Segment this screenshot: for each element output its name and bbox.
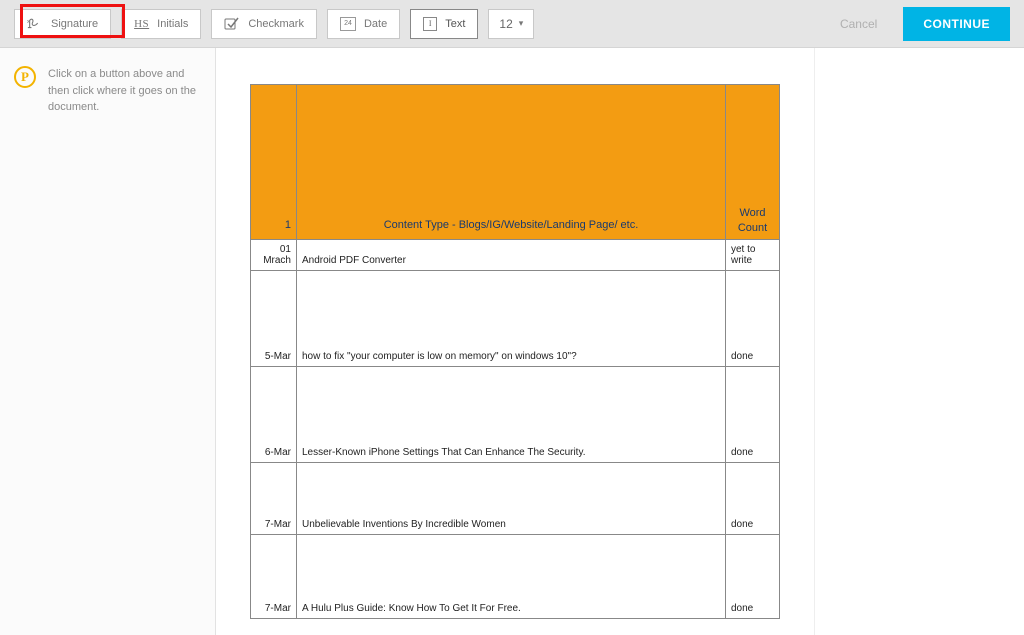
cell-content: A Hulu Plus Guide: Know How To Get It Fo… (297, 535, 726, 619)
content-table: 1 Content Type - Blogs/IG/Website/Landin… (250, 84, 780, 619)
continue-button[interactable]: CONTINUE (903, 7, 1010, 41)
chevron-down-icon: ▾ (519, 18, 524, 29)
svg-text:x: x (27, 19, 30, 25)
col-header-wordcount: Word Count (726, 85, 780, 240)
hint-badge-icon: P (14, 66, 36, 88)
calendar-icon: 24 (340, 17, 356, 31)
initials-label: Initials (157, 18, 188, 30)
table-row: 6-Mar Lesser-Known iPhone Settings That … (251, 367, 780, 463)
cancel-button[interactable]: Cancel (840, 17, 877, 31)
cell-date: 6-Mar (251, 367, 297, 463)
right-panel (814, 48, 1024, 635)
date-label: Date (364, 18, 387, 30)
cell-status: done (726, 367, 780, 463)
cell-status: yet to write (726, 240, 780, 271)
font-size-select[interactable]: 12 ▾ (488, 9, 534, 39)
text-label: Text (445, 18, 465, 30)
cell-content: Unbelievable Inventions By Incredible Wo… (297, 463, 726, 535)
cell-status: done (726, 535, 780, 619)
col-header-index: 1 (251, 85, 297, 240)
hint-text: Click on a button above and then click w… (48, 66, 201, 116)
content-area: P Click on a button above and then click… (0, 48, 1024, 635)
cell-content: Lesser-Known iPhone Settings That Can En… (297, 367, 726, 463)
cell-content: Android PDF Converter (297, 240, 726, 271)
cell-status: done (726, 271, 780, 367)
cell-date: 7-Mar (251, 463, 297, 535)
table-row: 7-Mar A Hulu Plus Guide: Know How To Get… (251, 535, 780, 619)
table-row: 7-Mar Unbelievable Inventions By Incredi… (251, 463, 780, 535)
toolbar: x Signature HS Initials Checkmark 24 Dat… (0, 0, 1024, 48)
font-size-value: 12 (499, 17, 512, 31)
checkmark-button[interactable]: Checkmark (211, 9, 317, 39)
table-row: 01 Mrach Android PDF Converter yet to wr… (251, 240, 780, 271)
document-viewport[interactable]: 1 Content Type - Blogs/IG/Website/Landin… (216, 48, 814, 635)
table-row: 5-Mar how to fix "your computer is low o… (251, 271, 780, 367)
cell-status: done (726, 463, 780, 535)
initials-button[interactable]: HS Initials (121, 9, 201, 39)
checkmark-label: Checkmark (248, 18, 304, 30)
hint-panel: P Click on a button above and then click… (14, 66, 201, 116)
cell-date: 5-Mar (251, 271, 297, 367)
cell-date: 7-Mar (251, 535, 297, 619)
table-body: 01 Mrach Android PDF Converter yet to wr… (251, 240, 780, 619)
text-button[interactable]: I Text (410, 9, 478, 39)
text-icon: I (423, 17, 437, 31)
initials-icon: HS (134, 18, 149, 30)
signature-label: Signature (51, 18, 98, 30)
signature-button[interactable]: x Signature (14, 9, 111, 39)
checkmark-icon (224, 16, 240, 32)
table-head: 1 Content Type - Blogs/IG/Website/Landin… (251, 85, 780, 240)
col-header-content: Content Type - Blogs/IG/Website/Landing … (297, 85, 726, 240)
date-button[interactable]: 24 Date (327, 9, 400, 39)
cell-content: how to fix "your computer is low on memo… (297, 271, 726, 367)
document-page[interactable]: 1 Content Type - Blogs/IG/Website/Landin… (250, 84, 780, 599)
cell-date: 01 Mrach (251, 240, 297, 271)
signature-icon: x (27, 16, 43, 32)
sidebar: P Click on a button above and then click… (0, 48, 216, 635)
